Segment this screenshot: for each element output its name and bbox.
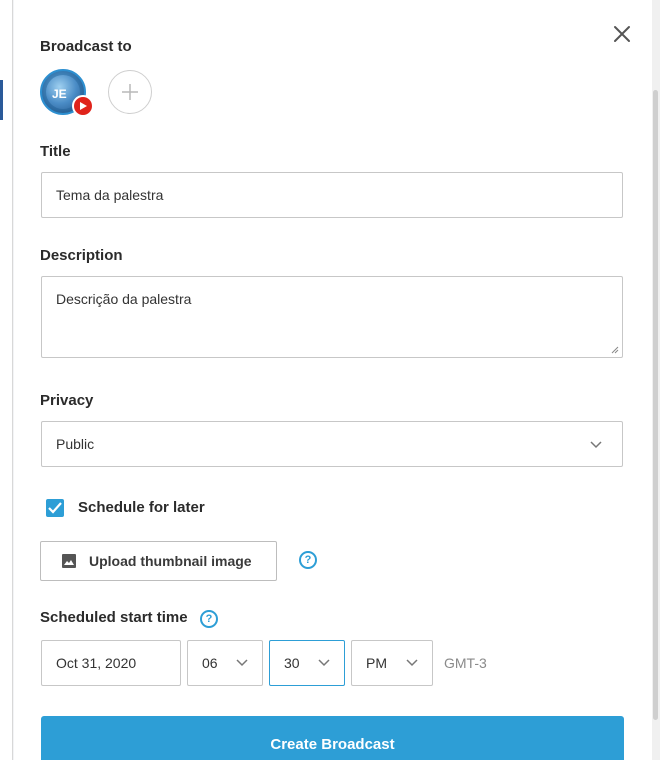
title-label: Title	[40, 143, 71, 160]
chevron-down-icon	[236, 659, 248, 667]
chevron-down-icon	[318, 659, 330, 667]
resize-handle-icon[interactable]	[610, 345, 619, 354]
thumbnail-help-icon[interactable]: ?	[299, 551, 317, 569]
privacy-select-value: Public	[56, 436, 95, 452]
upload-thumbnail-button[interactable]: Upload thumbnail image	[40, 541, 277, 581]
title-input-value: Tema da palestra	[56, 187, 164, 203]
close-button[interactable]	[610, 22, 634, 46]
ampm-select[interactable]: PM	[351, 640, 433, 686]
close-icon	[614, 26, 630, 42]
schedule-checkbox-label[interactable]: Schedule for later	[78, 499, 205, 516]
background-page-edge	[0, 0, 13, 760]
minute-select[interactable]: 30	[269, 640, 345, 686]
date-input[interactable]: Oct 31, 2020	[41, 640, 181, 686]
scheduled-start-time-label: Scheduled start time	[40, 609, 188, 626]
schedule-checkbox[interactable]	[46, 499, 64, 517]
create-broadcast-dialog: Broadcast to JE Title Tema da palestra D…	[14, 0, 652, 760]
chevron-down-icon	[406, 659, 418, 667]
youtube-icon	[72, 95, 94, 117]
scrollbar-thumb[interactable]	[653, 90, 658, 720]
privacy-select[interactable]: Public	[41, 421, 623, 467]
hour-select[interactable]: 06	[187, 640, 263, 686]
timezone-label: GMT-3	[444, 655, 487, 671]
chevron-down-icon	[590, 441, 602, 449]
broadcast-to-label: Broadcast to	[40, 38, 132, 55]
date-input-value: Oct 31, 2020	[56, 655, 137, 671]
destination-avatar-text: JE	[52, 87, 67, 101]
description-label: Description	[40, 247, 123, 264]
add-destination-button[interactable]	[108, 70, 152, 114]
upload-thumbnail-label: Upload thumbnail image	[89, 553, 252, 569]
create-broadcast-button[interactable]: Create Broadcast	[41, 716, 624, 760]
plus-icon	[122, 84, 138, 100]
description-textarea-value: Descrição da palestra	[56, 291, 192, 307]
description-textarea[interactable]: Descrição da palestra	[41, 276, 623, 358]
start-time-help-icon[interactable]: ?	[200, 610, 218, 628]
destination-avatar[interactable]: JE	[40, 69, 94, 117]
ampm-select-value: PM	[366, 655, 387, 671]
background-accent	[0, 80, 3, 120]
minute-select-value: 30	[284, 655, 300, 671]
check-icon	[48, 502, 62, 514]
title-input[interactable]: Tema da palestra	[41, 172, 623, 218]
privacy-label: Privacy	[40, 392, 94, 409]
image-icon	[62, 554, 76, 568]
hour-select-value: 06	[202, 655, 218, 671]
scrollbar[interactable]	[652, 0, 660, 760]
